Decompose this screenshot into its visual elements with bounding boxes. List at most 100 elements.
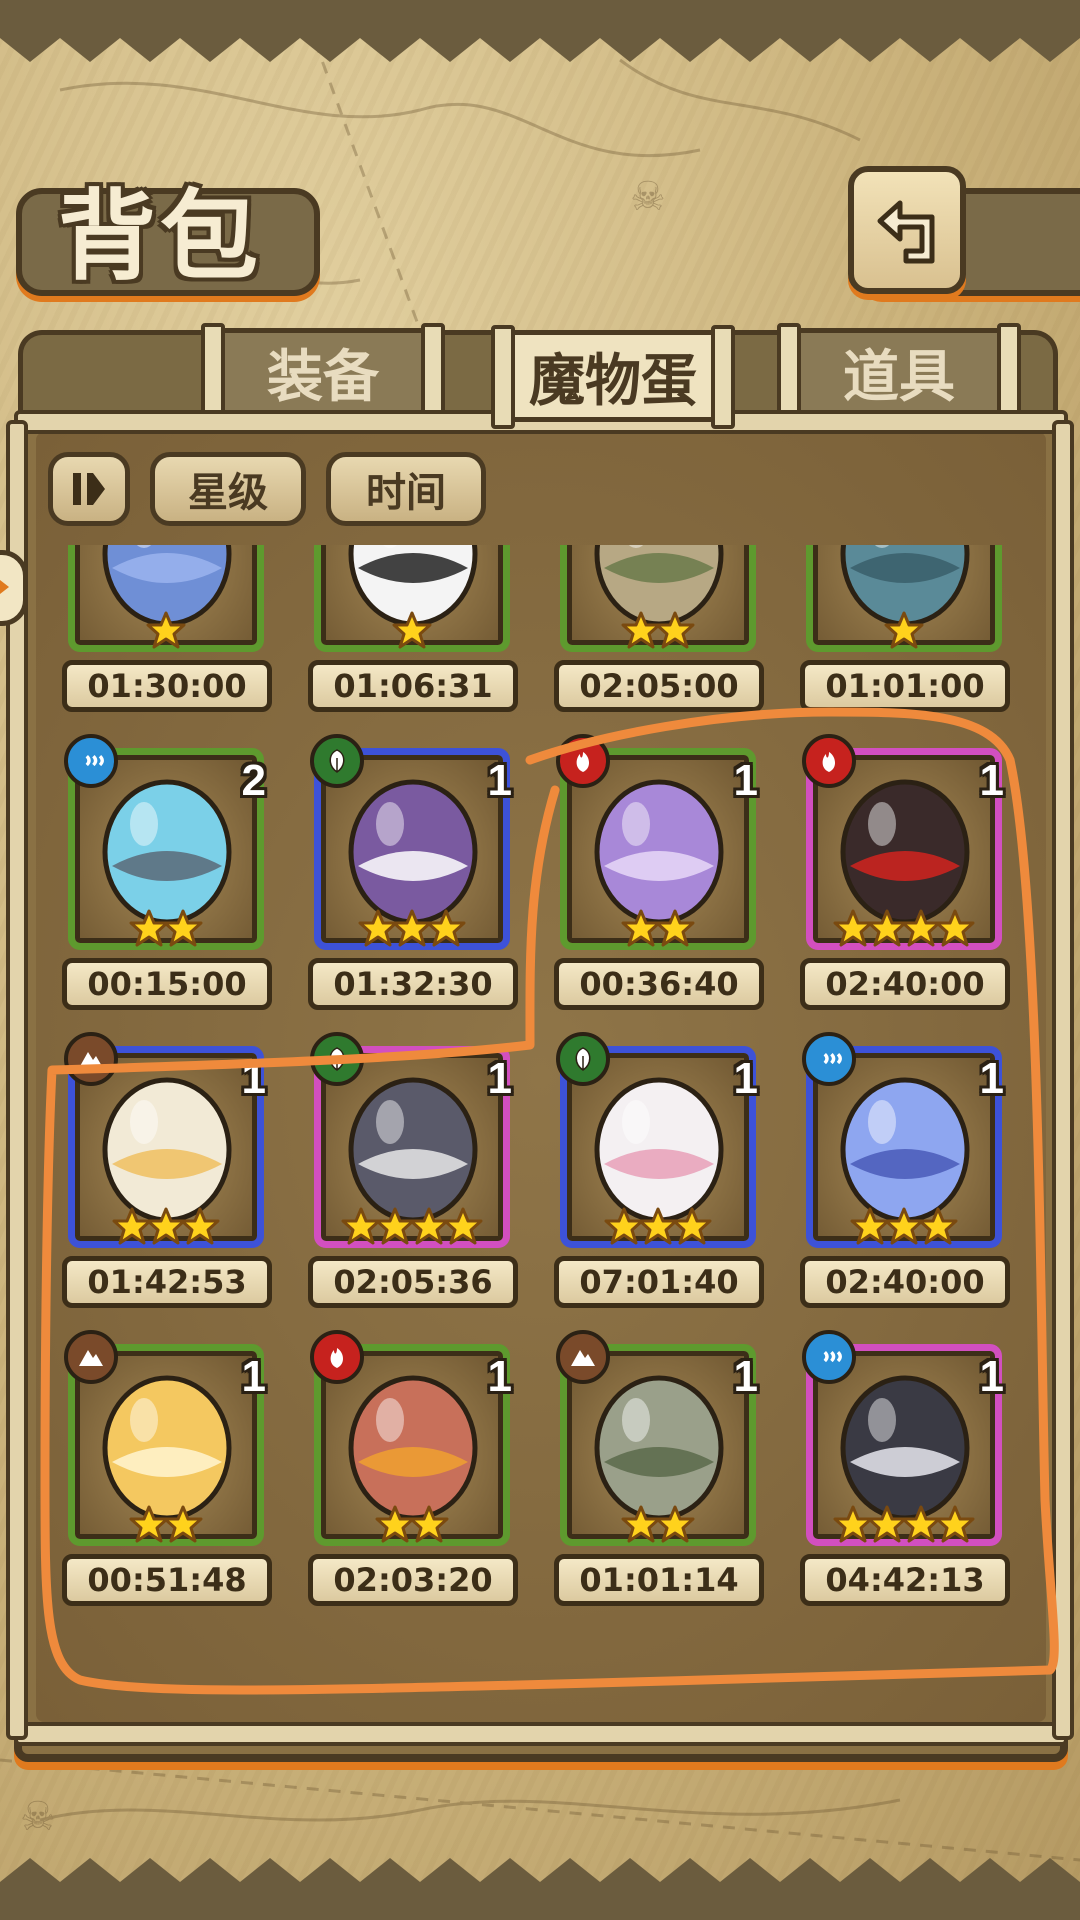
star-rating (806, 908, 1002, 956)
star-icon (146, 611, 186, 649)
star-icon (672, 1207, 712, 1245)
hatch-timer: 02:05:36 (308, 1256, 518, 1308)
star-icon (918, 1207, 958, 1245)
star-rating (68, 908, 264, 956)
back-button[interactable] (848, 166, 966, 294)
star-rating (68, 610, 264, 658)
tab-monster-eggs[interactable]: 魔物蛋 (491, 325, 735, 429)
egg-card[interactable]: 1 01:32:30 (302, 734, 518, 1038)
star-rating (560, 610, 756, 658)
golden-swirl-egg-icon (102, 1375, 232, 1521)
egg-count: 1 (733, 756, 758, 805)
hatch-timer: 00:36:40 (554, 958, 764, 1010)
hatch-timer: 07:01:40 (554, 1256, 764, 1308)
egg-count: 1 (733, 1054, 758, 1103)
hatch-timer: 01:32:30 (308, 958, 518, 1010)
egg-count: 1 (979, 1054, 1004, 1103)
tab-equipment-label: 装备 (267, 344, 379, 410)
star-icon (655, 611, 695, 649)
element-plant-icon (310, 734, 364, 788)
star-icon (935, 1505, 975, 1543)
egg-card[interactable]: 1 02:05:36 (302, 1032, 518, 1336)
egg-count: 1 (487, 1054, 512, 1103)
hatch-timer: 01:01:14 (554, 1554, 764, 1606)
hatch-timer: 02:40:00 (800, 1256, 1010, 1308)
star-rating (806, 1504, 1002, 1552)
sort-by-time-button[interactable]: 时间 (326, 452, 486, 526)
tab-equipment[interactable]: 装备 (201, 323, 445, 427)
element-water-icon (802, 1330, 856, 1384)
flower-bud-egg-icon (594, 779, 724, 925)
hatch-timer: 02:05:00 (554, 660, 764, 712)
star-icon (392, 611, 432, 649)
egg-card[interactable]: 1 02:40:00 (794, 1032, 1010, 1336)
star-icon (180, 1207, 220, 1245)
element-fire-icon (556, 734, 610, 788)
svg-text:☠: ☠ (630, 174, 666, 220)
crystal-egg-icon (840, 1077, 970, 1223)
egg-count: 2 (241, 756, 266, 805)
egg-card[interactable]: 1 07:01:40 (548, 1032, 764, 1336)
tab-items[interactable]: 道具 (777, 323, 1021, 427)
egg-card[interactable]: 1 04:42:13 (794, 1330, 1010, 1634)
purple-fluff-egg-icon (348, 779, 478, 925)
egg-count: 1 (241, 1054, 266, 1103)
egg-card[interactable]: 1 02:03:20 (302, 1330, 518, 1634)
egg-card[interactable]: 1 01:01:14 (548, 1330, 764, 1634)
star-rating (806, 610, 1002, 658)
egg-card[interactable]: 1 01:42:53 (56, 1032, 272, 1336)
hatch-timer: 02:40:00 (800, 958, 1010, 1010)
egg-card[interactable]: 202:05:00 (548, 545, 764, 740)
star-rating (560, 1504, 756, 1552)
star-icon (935, 909, 975, 947)
return-arrow-icon (877, 200, 935, 264)
element-water-icon (64, 734, 118, 788)
hatch-timer: 02:03:20 (308, 1554, 518, 1606)
element-fire-icon (802, 734, 856, 788)
star-icon (655, 1505, 695, 1543)
egg-count: 1 (487, 756, 512, 805)
star-icon (163, 909, 203, 947)
egg-card[interactable]: 1 00:51:48 (56, 1330, 272, 1634)
element-plant-icon (556, 1032, 610, 1086)
element-earth-icon (556, 1330, 610, 1384)
star-rating (68, 1206, 264, 1254)
egg-card[interactable]: 1 02:40:00 (794, 734, 1010, 1038)
egg-card[interactable]: 801:01:00 (794, 545, 1010, 740)
hatch-timer: 01:42:53 (62, 1256, 272, 1308)
star-rating (314, 1206, 510, 1254)
sort-toggle-button[interactable] (48, 452, 130, 526)
egg-count: 1 (979, 1352, 1004, 1401)
star-icon (884, 611, 924, 649)
element-plant-icon (310, 1032, 364, 1086)
page-title: 背包 (58, 180, 263, 294)
spiked-collar-egg-icon (348, 1077, 478, 1223)
egg-card[interactable]: 701:30:00 (56, 545, 272, 740)
pause-sort-icon (73, 473, 105, 505)
spiral-shell-egg-icon (102, 779, 232, 925)
star-icon (426, 909, 466, 947)
star-rating (314, 610, 510, 658)
hatch-timer: 01:30:00 (62, 660, 272, 712)
horned-black-egg-icon (840, 1375, 970, 1521)
tab-items-label: 道具 (843, 344, 955, 410)
egg-count: 1 (979, 756, 1004, 805)
egg-grid-viewport[interactable]: 701:30:00401:06:31202:05:00801:01:00 2 00:… (50, 545, 1030, 1705)
bottom-zigzag-border (0, 1858, 1080, 1920)
star-rating (560, 1206, 756, 1254)
star-icon (443, 1207, 483, 1245)
fluffy-sheep-egg-icon (102, 1077, 232, 1223)
egg-card[interactable]: 2 00:15:00 (56, 734, 272, 1038)
top-zigzag-border (0, 0, 1080, 62)
star-rating (560, 908, 756, 956)
panel-rail-right (1052, 420, 1074, 1740)
sort-by-star-button[interactable]: 星级 (150, 452, 306, 526)
lotus-orb-egg-icon (594, 1077, 724, 1223)
element-water-icon (802, 1032, 856, 1086)
hatch-timer: 01:06:31 (308, 660, 518, 712)
egg-count: 1 (733, 1352, 758, 1401)
egg-card[interactable]: 1 00:36:40 (548, 734, 764, 1038)
tab-monster-eggs-label: 魔物蛋 (529, 348, 697, 414)
tab-post (491, 325, 515, 429)
egg-card[interactable]: 401:06:31 (302, 545, 518, 740)
